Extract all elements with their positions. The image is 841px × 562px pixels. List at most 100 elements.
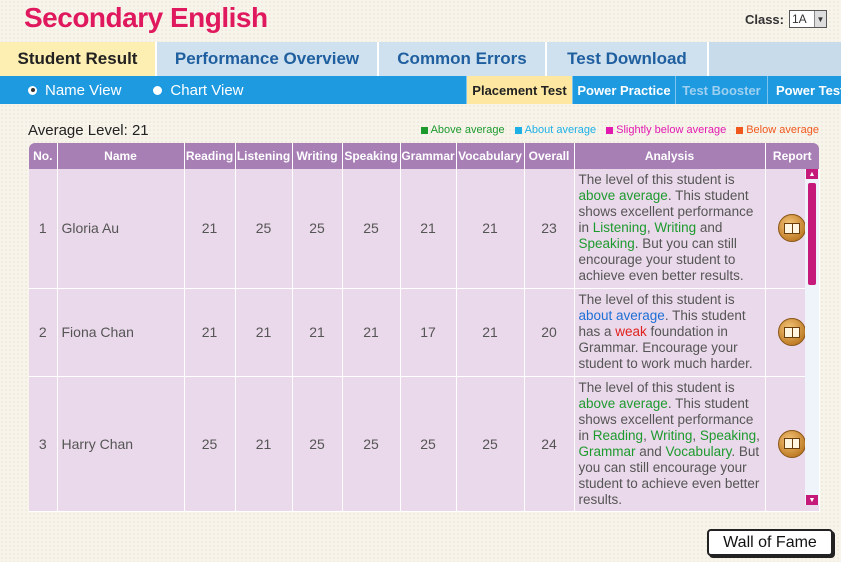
col-speaking: Speaking — [342, 143, 401, 169]
class-select[interactable]: 1A ▼ — [789, 10, 827, 28]
col-report: Report — [765, 143, 819, 169]
table-row: 1 Gloria Au 21 25 25 25 21 21 23 The lev… — [29, 169, 820, 289]
writing-score: 25 — [292, 376, 343, 512]
reading-score: 21 — [184, 169, 236, 289]
radio-unselected-icon — [153, 85, 163, 95]
tabs-filler — [709, 42, 841, 76]
col-overall: Overall — [524, 143, 575, 169]
wall-of-fame-button[interactable]: Wall of Fame — [707, 529, 833, 556]
analysis-segment: Speaking — [578, 236, 635, 251]
test-tabs: Placement Test Power Practice Test Boost… — [466, 76, 841, 104]
report-book-icon[interactable] — [778, 318, 806, 346]
legend-above-swatch — [420, 126, 428, 134]
speaking-score: 25 — [342, 376, 401, 512]
analysis-segment: The level of this student is — [578, 291, 735, 307]
analysis-segment: above average — [578, 395, 668, 411]
listening-score: 25 — [235, 169, 293, 289]
analysis-segment: The level of this student is — [578, 379, 735, 395]
table-row: 2 Fiona Chan 21 21 21 21 17 21 20 The le… — [29, 288, 820, 377]
tab-performance-overview[interactable]: Performance Overview — [157, 42, 379, 76]
tab-student-result[interactable]: Student Result — [0, 42, 157, 76]
overall-score: 20 — [524, 288, 575, 377]
legend-about: About average — [514, 124, 597, 136]
vocabulary-score: 21 — [456, 288, 525, 377]
col-vocabulary: Vocabulary — [456, 143, 525, 169]
analysis-segment: , — [692, 427, 700, 443]
analysis-segment: The level of this student is — [578, 172, 735, 187]
legend-slightly-below: Slightly below average — [606, 124, 726, 136]
tab-placement-test[interactable]: Placement Test — [466, 76, 572, 104]
tab-power-practice[interactable]: Power Practice — [572, 76, 675, 104]
analysis-segment: Listening — [592, 220, 647, 235]
row-no: 1 — [29, 169, 58, 289]
tab-common-errors[interactable]: Common Errors — [379, 42, 547, 76]
analysis-text: The level of this student is about avera… — [574, 288, 766, 377]
speaking-score: 21 — [342, 288, 401, 377]
row-no: 3 — [29, 376, 58, 512]
results-table: No. Name Reading Listening Writing Speak… — [29, 143, 820, 512]
analysis-segment: Vocabulary — [665, 443, 732, 459]
average-level: Average Level: 21 — [28, 122, 149, 139]
legend-slightly-below-label: Slightly below average — [616, 124, 727, 136]
class-picker: Class: 1A ▼ — [745, 10, 827, 28]
speaking-score: 25 — [342, 169, 401, 289]
analysis-segment: Reading — [592, 427, 644, 443]
legend-slightly-below-swatch — [606, 126, 614, 134]
analysis-segment: about average — [578, 307, 665, 323]
chevron-down-icon[interactable]: ▼ — [814, 11, 826, 27]
scroll-thumb[interactable] — [808, 183, 816, 285]
legend-about-label: About average — [524, 124, 597, 136]
view-bar: Name View Chart View Placement Test Powe… — [0, 76, 841, 104]
col-reading: Reading — [184, 143, 236, 169]
app-title: Secondary English — [24, 2, 268, 33]
scroll-up-icon[interactable]: ▲ — [806, 169, 818, 179]
col-writing: Writing — [292, 143, 343, 169]
radio-selected-icon — [28, 85, 37, 95]
student-name-link[interactable]: Gloria Au — [57, 169, 185, 289]
tab-power-test[interactable]: Power Test — [767, 76, 841, 104]
tab-test-booster[interactable]: Test Booster — [675, 76, 767, 104]
legend-about-swatch — [514, 126, 522, 134]
legend-below-swatch — [736, 126, 744, 134]
analysis-segment: weak — [615, 323, 647, 339]
chart-view-label: Chart View — [170, 81, 244, 99]
col-grammar: Grammar — [400, 143, 457, 169]
analysis-segment: and — [635, 443, 666, 459]
legend-below: Below average — [736, 124, 819, 136]
vocabulary-score: 21 — [456, 169, 525, 289]
name-view-radio[interactable]: Name View — [28, 82, 121, 99]
overall-score: 23 — [524, 169, 575, 289]
reading-score: 25 — [184, 376, 236, 512]
writing-score: 25 — [292, 169, 343, 289]
chart-view-radio[interactable]: Chart View — [153, 81, 244, 99]
analysis-segment: and — [696, 220, 723, 235]
legend: Above average About average Slightly bel… — [420, 124, 819, 136]
grammar-score: 17 — [400, 288, 457, 377]
name-view-label: Name View — [45, 81, 122, 99]
student-name[interactable]: Harry Chan — [57, 376, 185, 512]
scroll-down-icon[interactable]: ▼ — [806, 495, 818, 505]
col-no: No. — [29, 143, 58, 169]
legend-above-label: Above average — [430, 124, 505, 136]
class-label: Class: — [744, 11, 784, 27]
table-row: 3 Harry Chan 25 21 25 25 25 25 24 The le… — [29, 376, 820, 512]
class-select-value: 1A — [792, 12, 807, 26]
grammar-score: 21 — [400, 169, 457, 289]
analysis-segment: , — [756, 427, 760, 443]
report-book-icon[interactable] — [778, 429, 806, 458]
legend-below-label: Below average — [746, 124, 819, 136]
listening-score: 21 — [235, 376, 293, 512]
analysis-segment: , — [643, 427, 651, 443]
tab-test-download[interactable]: Test Download — [547, 42, 709, 76]
legend-above: Above average — [420, 124, 505, 136]
col-listening: Listening — [235, 143, 293, 169]
analysis-text: The level of this student is above avera… — [574, 169, 766, 289]
table-scrollbar[interactable]: ▲ ▼ — [805, 169, 819, 505]
col-name: Name — [57, 143, 185, 169]
student-name[interactable]: Fiona Chan — [57, 288, 185, 377]
reading-score: 21 — [184, 288, 236, 377]
report-book-icon[interactable] — [778, 214, 806, 243]
analysis-segment: Speaking — [699, 427, 757, 443]
analysis-segment: Writing — [654, 220, 697, 235]
table-header-row: No. Name Reading Listening Writing Speak… — [29, 143, 819, 169]
